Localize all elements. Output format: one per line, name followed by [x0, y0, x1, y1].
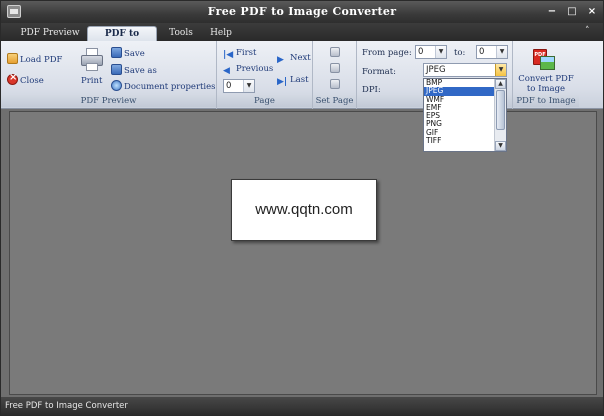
- dpi-label: DPI:: [362, 85, 381, 95]
- format-value: JPEG: [426, 65, 446, 75]
- format-combo[interactable]: JPEG ▼: [423, 63, 507, 77]
- last-page-button[interactable]: ▶| Last: [277, 74, 309, 87]
- floppy-disk-icon: [111, 47, 122, 58]
- previous-label: Previous: [236, 64, 274, 74]
- save-button[interactable]: Save: [111, 47, 145, 60]
- ribbon-tab-strip: PDF Preview PDF to Image Tools Help ˄: [1, 23, 603, 54]
- folder-icon: [7, 53, 18, 64]
- set-page-copy-icon[interactable]: [330, 79, 340, 89]
- page-number-combo[interactable]: 0 ▼: [223, 79, 255, 93]
- format-dropdown-list[interactable]: BMP JPEG WMF EMF EPS PNG GIF TIFF ▲ ▼: [423, 78, 507, 152]
- ribbon: Load PDF Close Print Save Save as Docume…: [1, 41, 603, 109]
- chevron-down-icon[interactable]: ▼: [495, 64, 506, 76]
- close-label: Close: [20, 76, 44, 86]
- convert-label-line1: Convert PDF: [518, 74, 574, 84]
- tab-tools[interactable]: Tools: [161, 26, 201, 41]
- first-page-button[interactable]: |◀ First: [223, 47, 256, 60]
- save-as-label: Save as: [124, 66, 157, 76]
- first-label: First: [236, 48, 257, 58]
- tab-pdf-preview[interactable]: PDF Preview: [15, 26, 85, 41]
- set-page-left-icon[interactable]: [330, 47, 340, 57]
- scroll-down-icon[interactable]: ▼: [495, 141, 506, 151]
- previous-page-icon: ◀: [223, 66, 230, 76]
- tab-pdf-to-image[interactable]: PDF to Image: [87, 26, 157, 54]
- chevron-down-icon[interactable]: ▼: [435, 46, 446, 58]
- convert-label-line2: to Image: [526, 84, 566, 94]
- last-label: Last: [290, 75, 309, 85]
- first-page-icon: |◀: [223, 50, 234, 60]
- save-label: Save: [124, 49, 145, 59]
- from-page-value: 0: [418, 47, 424, 57]
- set-page-right-icon[interactable]: [330, 63, 340, 73]
- properties-icon: [111, 80, 122, 91]
- chevron-down-icon[interactable]: ▼: [243, 80, 254, 92]
- document-properties-label: Document properties: [124, 82, 216, 92]
- next-page-icon: ▶: [277, 55, 284, 65]
- close-pdf-button[interactable]: Close: [7, 72, 44, 87]
- to-label: to:: [454, 48, 466, 58]
- convert-pdf-icon[interactable]: PDF: [533, 49, 555, 71]
- to-page-value: 0: [479, 47, 485, 57]
- to-page-combo[interactable]: 0 ▼: [476, 45, 508, 59]
- printer-icon[interactable]: [81, 48, 103, 72]
- next-page-button[interactable]: ▶ Next: [277, 52, 311, 65]
- group-label-page: Page: [217, 95, 312, 107]
- print-button[interactable]: Print: [81, 75, 102, 87]
- window-title: Free PDF to Image Converter: [207, 5, 397, 18]
- ribbon-group-set-page: Set Page: [313, 41, 357, 109]
- save-as-button[interactable]: Save as: [111, 64, 157, 77]
- app-window: Free PDF to Image Converter − □ × PDF Pr…: [0, 0, 604, 416]
- previous-page-button[interactable]: ◀ Previous: [223, 63, 273, 76]
- group-label-pdf-to-image: PDF to Image: [513, 95, 579, 107]
- maximize-button[interactable]: □: [564, 5, 580, 19]
- load-pdf-label: Load PDF: [20, 55, 63, 65]
- scroll-up-icon[interactable]: ▲: [495, 79, 506, 89]
- ribbon-group-page: |◀ First ◀ Previous ▶ Next ▶| Last 0 ▼ Page: [217, 41, 313, 109]
- page-number-value: 0: [226, 81, 232, 91]
- minimize-button[interactable]: −: [544, 5, 560, 19]
- from-page-combo[interactable]: 0 ▼: [415, 45, 447, 59]
- load-pdf-button[interactable]: Load PDF: [7, 53, 62, 66]
- dropdown-scrollbar[interactable]: ▲ ▼: [494, 79, 506, 151]
- chevron-down-icon[interactable]: ▼: [496, 46, 507, 58]
- format-label: Format:: [362, 67, 397, 77]
- group-label-pdf-preview: PDF Preview: [1, 95, 216, 107]
- close-window-button[interactable]: ×: [584, 5, 600, 19]
- group-label-set-page: Set Page: [313, 95, 356, 107]
- save-as-icon: [111, 64, 122, 75]
- preview-area[interactable]: [9, 111, 597, 395]
- close-icon: [7, 72, 18, 85]
- status-bar: Free PDF to Image Converter: [1, 397, 603, 415]
- last-page-icon: ▶|: [277, 77, 288, 87]
- tab-help[interactable]: Help: [205, 26, 237, 41]
- ribbon-group-pdf-preview: Load PDF Close Print Save Save as Docume…: [1, 41, 217, 109]
- title-bar[interactable]: Free PDF to Image Converter − □ ×: [1, 1, 603, 23]
- from-page-label: From page:: [362, 48, 412, 58]
- format-option-tiff[interactable]: TIFF: [424, 136, 494, 145]
- collapse-ribbon-icon[interactable]: ˄: [585, 26, 590, 36]
- convert-pdf-to-image-button[interactable]: Convert PDF to Image: [518, 74, 574, 94]
- document-properties-button[interactable]: Document properties: [111, 80, 216, 93]
- next-label: Next: [290, 53, 311, 63]
- watermark-label: www.qqtn.com: [231, 179, 377, 241]
- scroll-thumb[interactable]: [496, 90, 505, 130]
